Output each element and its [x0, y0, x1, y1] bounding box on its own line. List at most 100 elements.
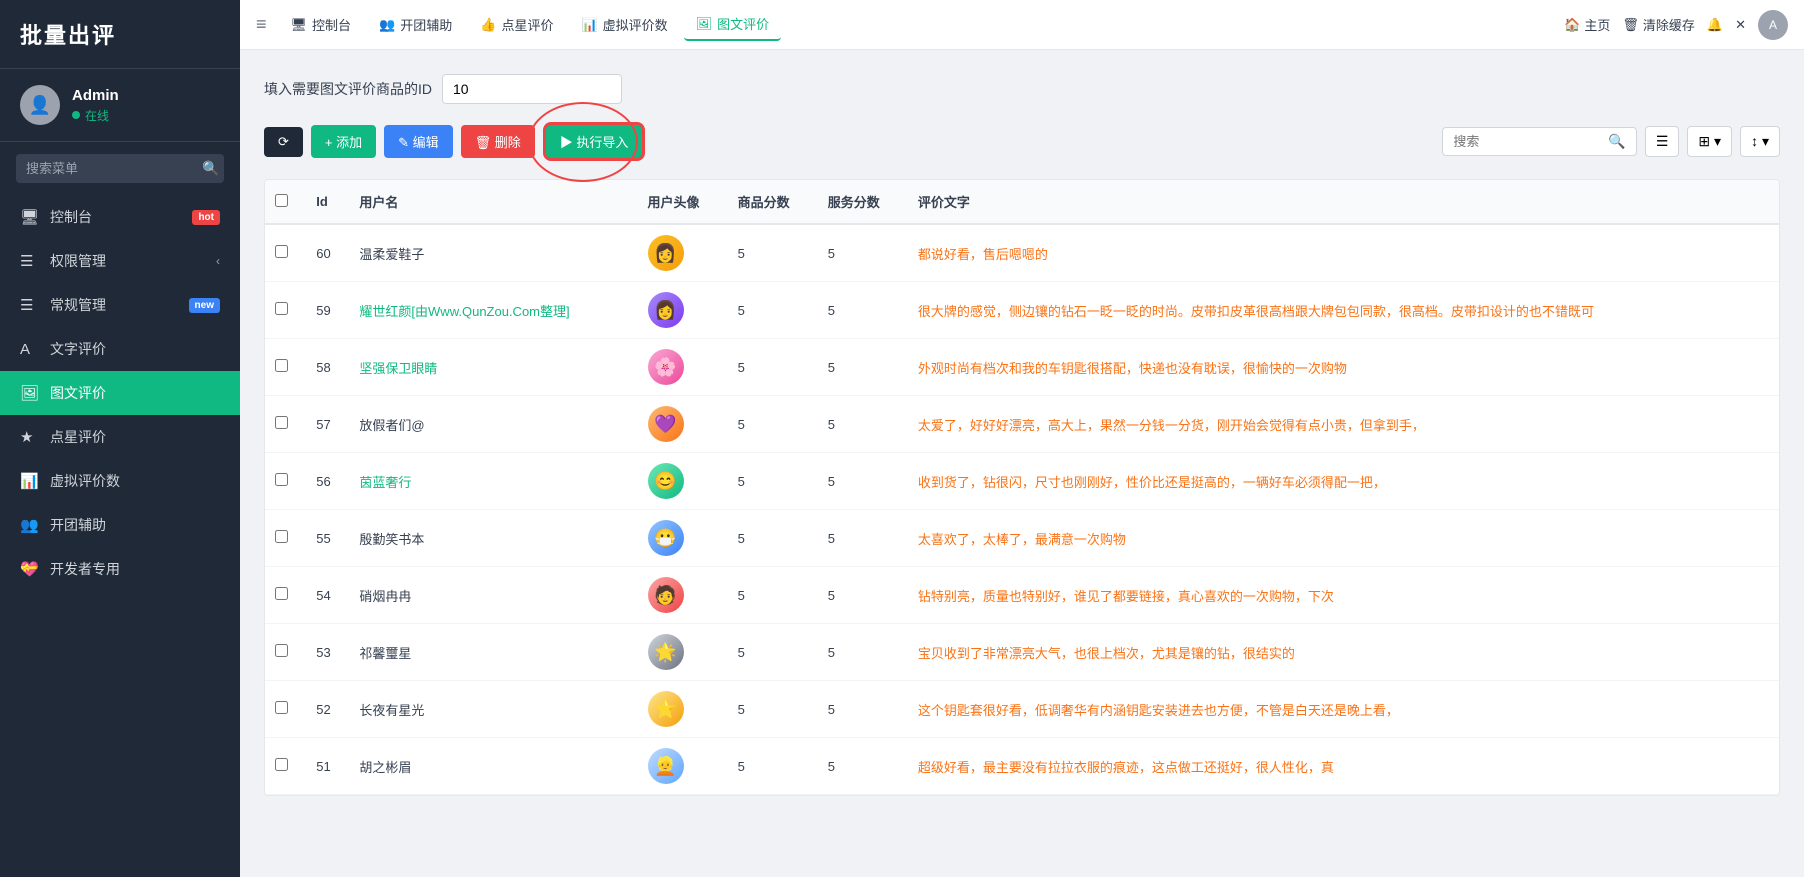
search-box[interactable]: 🔍	[1442, 127, 1636, 156]
row-checkbox[interactable]	[265, 624, 306, 681]
table-row: 60 温柔爱鞋子 👩 5 5 都说好看，售后嗯嗯的	[265, 224, 1779, 282]
row-select-checkbox[interactable]	[275, 245, 288, 258]
username-link[interactable]: 耀世红颜[由Www.QunZou.Com整理]	[359, 304, 569, 319]
username-link[interactable]: 坚强保卫眼睛	[359, 361, 437, 376]
row-checkbox[interactable]	[265, 510, 306, 567]
avatar-emoji: 🌟	[654, 642, 676, 663]
avatar-emoji: 👩	[654, 300, 676, 321]
developer-icon: 💝	[20, 560, 40, 578]
row-username: 殷勤笑书本	[349, 510, 637, 567]
list-view-button[interactable]: ☰	[1645, 126, 1680, 157]
username-text: 放假者们@	[359, 418, 424, 433]
sidebar-item-image-review[interactable]: 🖼 图文评价	[0, 371, 240, 415]
row-select-checkbox[interactable]	[275, 302, 288, 315]
review-text: 都说好看，售后嗯嗯的	[918, 247, 1048, 262]
add-button[interactable]: + 添加	[311, 125, 376, 158]
bell-icon: 🔔	[1707, 17, 1723, 33]
username: Admin	[72, 87, 119, 104]
search-input[interactable]	[1453, 134, 1603, 149]
row-checkbox[interactable]	[265, 681, 306, 738]
topbar-nav-group-helper[interactable]: 👥 开团辅助	[367, 9, 464, 40]
row-username: 祁馨璽星	[349, 624, 637, 681]
sidebar-search-box[interactable]: 🔍	[16, 154, 224, 183]
user-profile: 👤 Admin 在线	[0, 69, 240, 142]
row-checkbox[interactable]	[265, 738, 306, 795]
topbar-nav-star-review[interactable]: 👍 点星评价	[468, 9, 565, 40]
row-product-score: 5	[728, 567, 818, 624]
sidebar-item-virtual-review[interactable]: 📊 虚拟评价数	[0, 459, 240, 503]
row-select-checkbox[interactable]	[275, 758, 288, 771]
col-avatar: 用户头像	[638, 180, 728, 224]
product-id-row: 填入需要图文评价商品的ID	[264, 74, 1780, 104]
row-avatar: 🌟	[638, 624, 728, 681]
user-avatar: 🌟	[648, 634, 684, 670]
row-review: 宝贝收到了非常漂亮大气，也很上档次，尤其是镶的钻，很结实的	[908, 624, 1779, 681]
col-id: Id	[306, 180, 349, 224]
review-text: 这个钥匙套很好看，低调奢华有内涵钥匙安装进去也方便，不管是白天还是晚上看，	[918, 703, 1399, 718]
username-text: 长夜有星光	[359, 703, 424, 718]
topbar-nav: 🖥 控制台 👥 开团辅助 👍 点星评价 📊 虚拟评价数 🖼 图文评价	[279, 8, 1565, 41]
product-id-input[interactable]	[442, 74, 622, 104]
row-review: 很大牌的感觉，侧边镶的钻石一眨一眨的时尚。皮带扣皮革很高档跟大牌包包同款，很高档…	[908, 282, 1779, 339]
grid-view-button[interactable]: ⊞ ▾	[1687, 126, 1732, 157]
edit-button[interactable]: ✎ 编辑	[384, 125, 453, 158]
row-select-checkbox[interactable]	[275, 530, 288, 543]
row-id: 60	[306, 224, 349, 282]
close-button[interactable]: ✕	[1735, 17, 1746, 33]
row-select-checkbox[interactable]	[275, 701, 288, 714]
sidebar-item-text-review[interactable]: A 文字评价	[0, 327, 240, 371]
table-row: 56 茵蓝奢行 😊 5 5 收到货了，钻很闪，尺寸也刚刚好，性价比还是挺高的，一…	[265, 453, 1779, 510]
row-checkbox[interactable]	[265, 224, 306, 282]
row-product-score: 5	[728, 624, 818, 681]
import-button[interactable]: ▶ 执行导入	[543, 122, 646, 161]
permissions-icon: ☰	[20, 252, 40, 270]
row-checkbox[interactable]	[265, 396, 306, 453]
row-checkbox[interactable]	[265, 453, 306, 510]
row-select-checkbox[interactable]	[275, 416, 288, 429]
topbar-group-icon: 👥	[379, 17, 395, 33]
row-username: 温柔爱鞋子	[349, 224, 637, 282]
trash-icon: 🗑	[1622, 17, 1639, 33]
row-checkbox[interactable]	[265, 282, 306, 339]
sidebar-item-dashboard[interactable]: 🖥 控制台 hot	[0, 195, 240, 239]
avatar-emoji: 😷	[654, 528, 676, 549]
topbar-nav-virtual-review[interactable]: 📊 虚拟评价数	[569, 9, 679, 40]
sidebar-item-group-helper[interactable]: 👥 开团辅助	[0, 503, 240, 547]
col-review: 评价文字	[908, 180, 1779, 224]
review-text: 太喜欢了，太棒了，最满意一次购物	[918, 532, 1126, 547]
export-button[interactable]: ↕ ▾	[1740, 126, 1780, 157]
notification-button[interactable]: 🔔	[1707, 17, 1723, 33]
row-product-score: 5	[728, 681, 818, 738]
clear-cache-button[interactable]: 🗑 清除缓存	[1622, 15, 1695, 34]
select-all-checkbox[interactable]	[275, 194, 288, 207]
topbar-nav-image-review[interactable]: 🖼 图文评价	[684, 8, 782, 41]
row-select-checkbox[interactable]	[275, 587, 288, 600]
sidebar-item-general[interactable]: ☰ 常规管理 new	[0, 283, 240, 327]
data-table: Id 用户名 用户头像 商品分数 服务分数 评价文字 60 温柔爱鞋子 👩	[264, 179, 1780, 796]
row-avatar: 👩	[638, 224, 728, 282]
menu-toggle-button[interactable]: ≡	[256, 14, 267, 35]
row-checkbox[interactable]	[265, 339, 306, 396]
row-select-checkbox[interactable]	[275, 359, 288, 372]
refresh-button[interactable]: ⟳	[264, 127, 303, 157]
delete-button[interactable]: 🗑 删除	[461, 125, 535, 158]
row-review: 这个钥匙套很好看，低调奢华有内涵钥匙安装进去也方便，不管是白天还是晚上看，	[908, 681, 1779, 738]
sidebar-item-label: 开发者专用	[50, 559, 220, 579]
status-dot-icon	[72, 111, 80, 119]
sidebar-item-star-review[interactable]: ★ 点星评价	[0, 415, 240, 459]
sidebar-item-permissions[interactable]: ☰ 权限管理 ‹	[0, 239, 240, 283]
topbar-nav-label: 点星评价	[501, 15, 553, 34]
home-button[interactable]: 🏠 主页	[1564, 15, 1610, 34]
row-product-score: 5	[728, 396, 818, 453]
row-product-score: 5	[728, 224, 818, 282]
row-select-checkbox[interactable]	[275, 473, 288, 486]
row-service-score: 5	[818, 567, 908, 624]
sidebar-search-input[interactable]	[26, 161, 202, 176]
topbar-nav-dashboard[interactable]: 🖥 控制台	[279, 9, 364, 40]
row-service-score: 5	[818, 396, 908, 453]
row-checkbox[interactable]	[265, 567, 306, 624]
sidebar-item-developer[interactable]: 💝 开发者专用	[0, 547, 240, 591]
username-link[interactable]: 茵蓝奢行	[359, 475, 411, 490]
row-select-checkbox[interactable]	[275, 644, 288, 657]
user-avatar-top[interactable]: A	[1758, 10, 1788, 40]
